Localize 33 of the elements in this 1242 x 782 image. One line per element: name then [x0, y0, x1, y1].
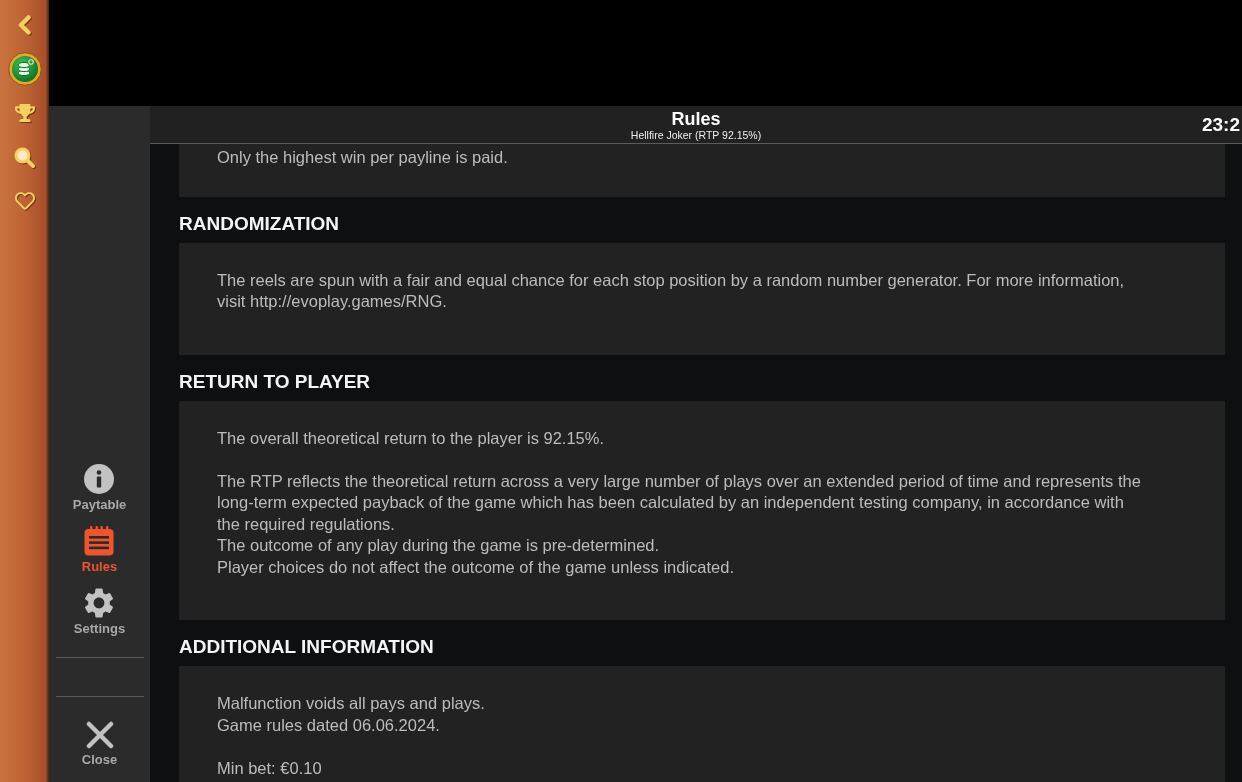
- paragraph: The reels are spun with a fair and equal chance for each stop position by a random number generator. For more information, visit http://evoplay.games/RNG.: [217, 269, 1125, 312]
- search-button[interactable]: [14, 146, 35, 168]
- favorites-button[interactable]: [14, 191, 35, 211]
- paragraph: Only the highest win per payline is paid.: [217, 147, 508, 168]
- info-icon: [84, 464, 115, 494]
- paragraph: Game rules dated 06.06.2024.: [217, 714, 440, 736]
- settings-icon: [84, 588, 115, 618]
- heart-icon: [14, 191, 35, 211]
- close-button[interactable]: Close: [81, 721, 118, 768]
- paragraph: Malfunction voids all pays and plays.: [217, 693, 485, 714]
- game-subtitle: Hellfire Joker (RTP 92.15%): [630, 128, 762, 141]
- search-icon: [14, 146, 35, 168]
- clock: 23:2: [1201, 113, 1241, 136]
- section-heading: ADDITIONAL INFORMATION: [179, 635, 434, 658]
- paragraph: The RTP reflects the theoretical return across a very large number of plays over an extended period of time and represents the long-term expected payback of the game which has been calculated by an independent testing company, in accordance with the required regulations.: [217, 470, 1141, 535]
- paragraph: Player choices do not affect the outcome of the game unless indicated.: [217, 556, 734, 578]
- paragraph: The overall theoretical return to the player is 92.15%.: [217, 427, 605, 449]
- close-icon: [85, 721, 114, 749]
- back-button[interactable]: [18, 15, 31, 35]
- nav-button[interactable]: Paytable: [72, 464, 127, 513]
- notepad-icon: [84, 526, 115, 556]
- trophy-button[interactable]: [14, 103, 35, 123]
- paragraph: The outcome of any play during the game is pre-determined.: [217, 535, 660, 556]
- section-heading: RANDOMIZATION: [179, 211, 340, 235]
- trophy-icon: [14, 103, 35, 123]
- nav-button[interactable]: Rules: [81, 526, 118, 575]
- paragraph: Min bet: €0.10: [217, 757, 322, 779]
- nav-button[interactable]: Settings: [73, 588, 126, 637]
- section-heading: RETURN TO PLAYER: [179, 369, 371, 393]
- coins-button[interactable]: [7, 52, 42, 86]
- coin-stack-icon: [7, 52, 42, 86]
- page-title: Rules: [671, 108, 721, 129]
- chevron-left-icon: [18, 15, 31, 35]
